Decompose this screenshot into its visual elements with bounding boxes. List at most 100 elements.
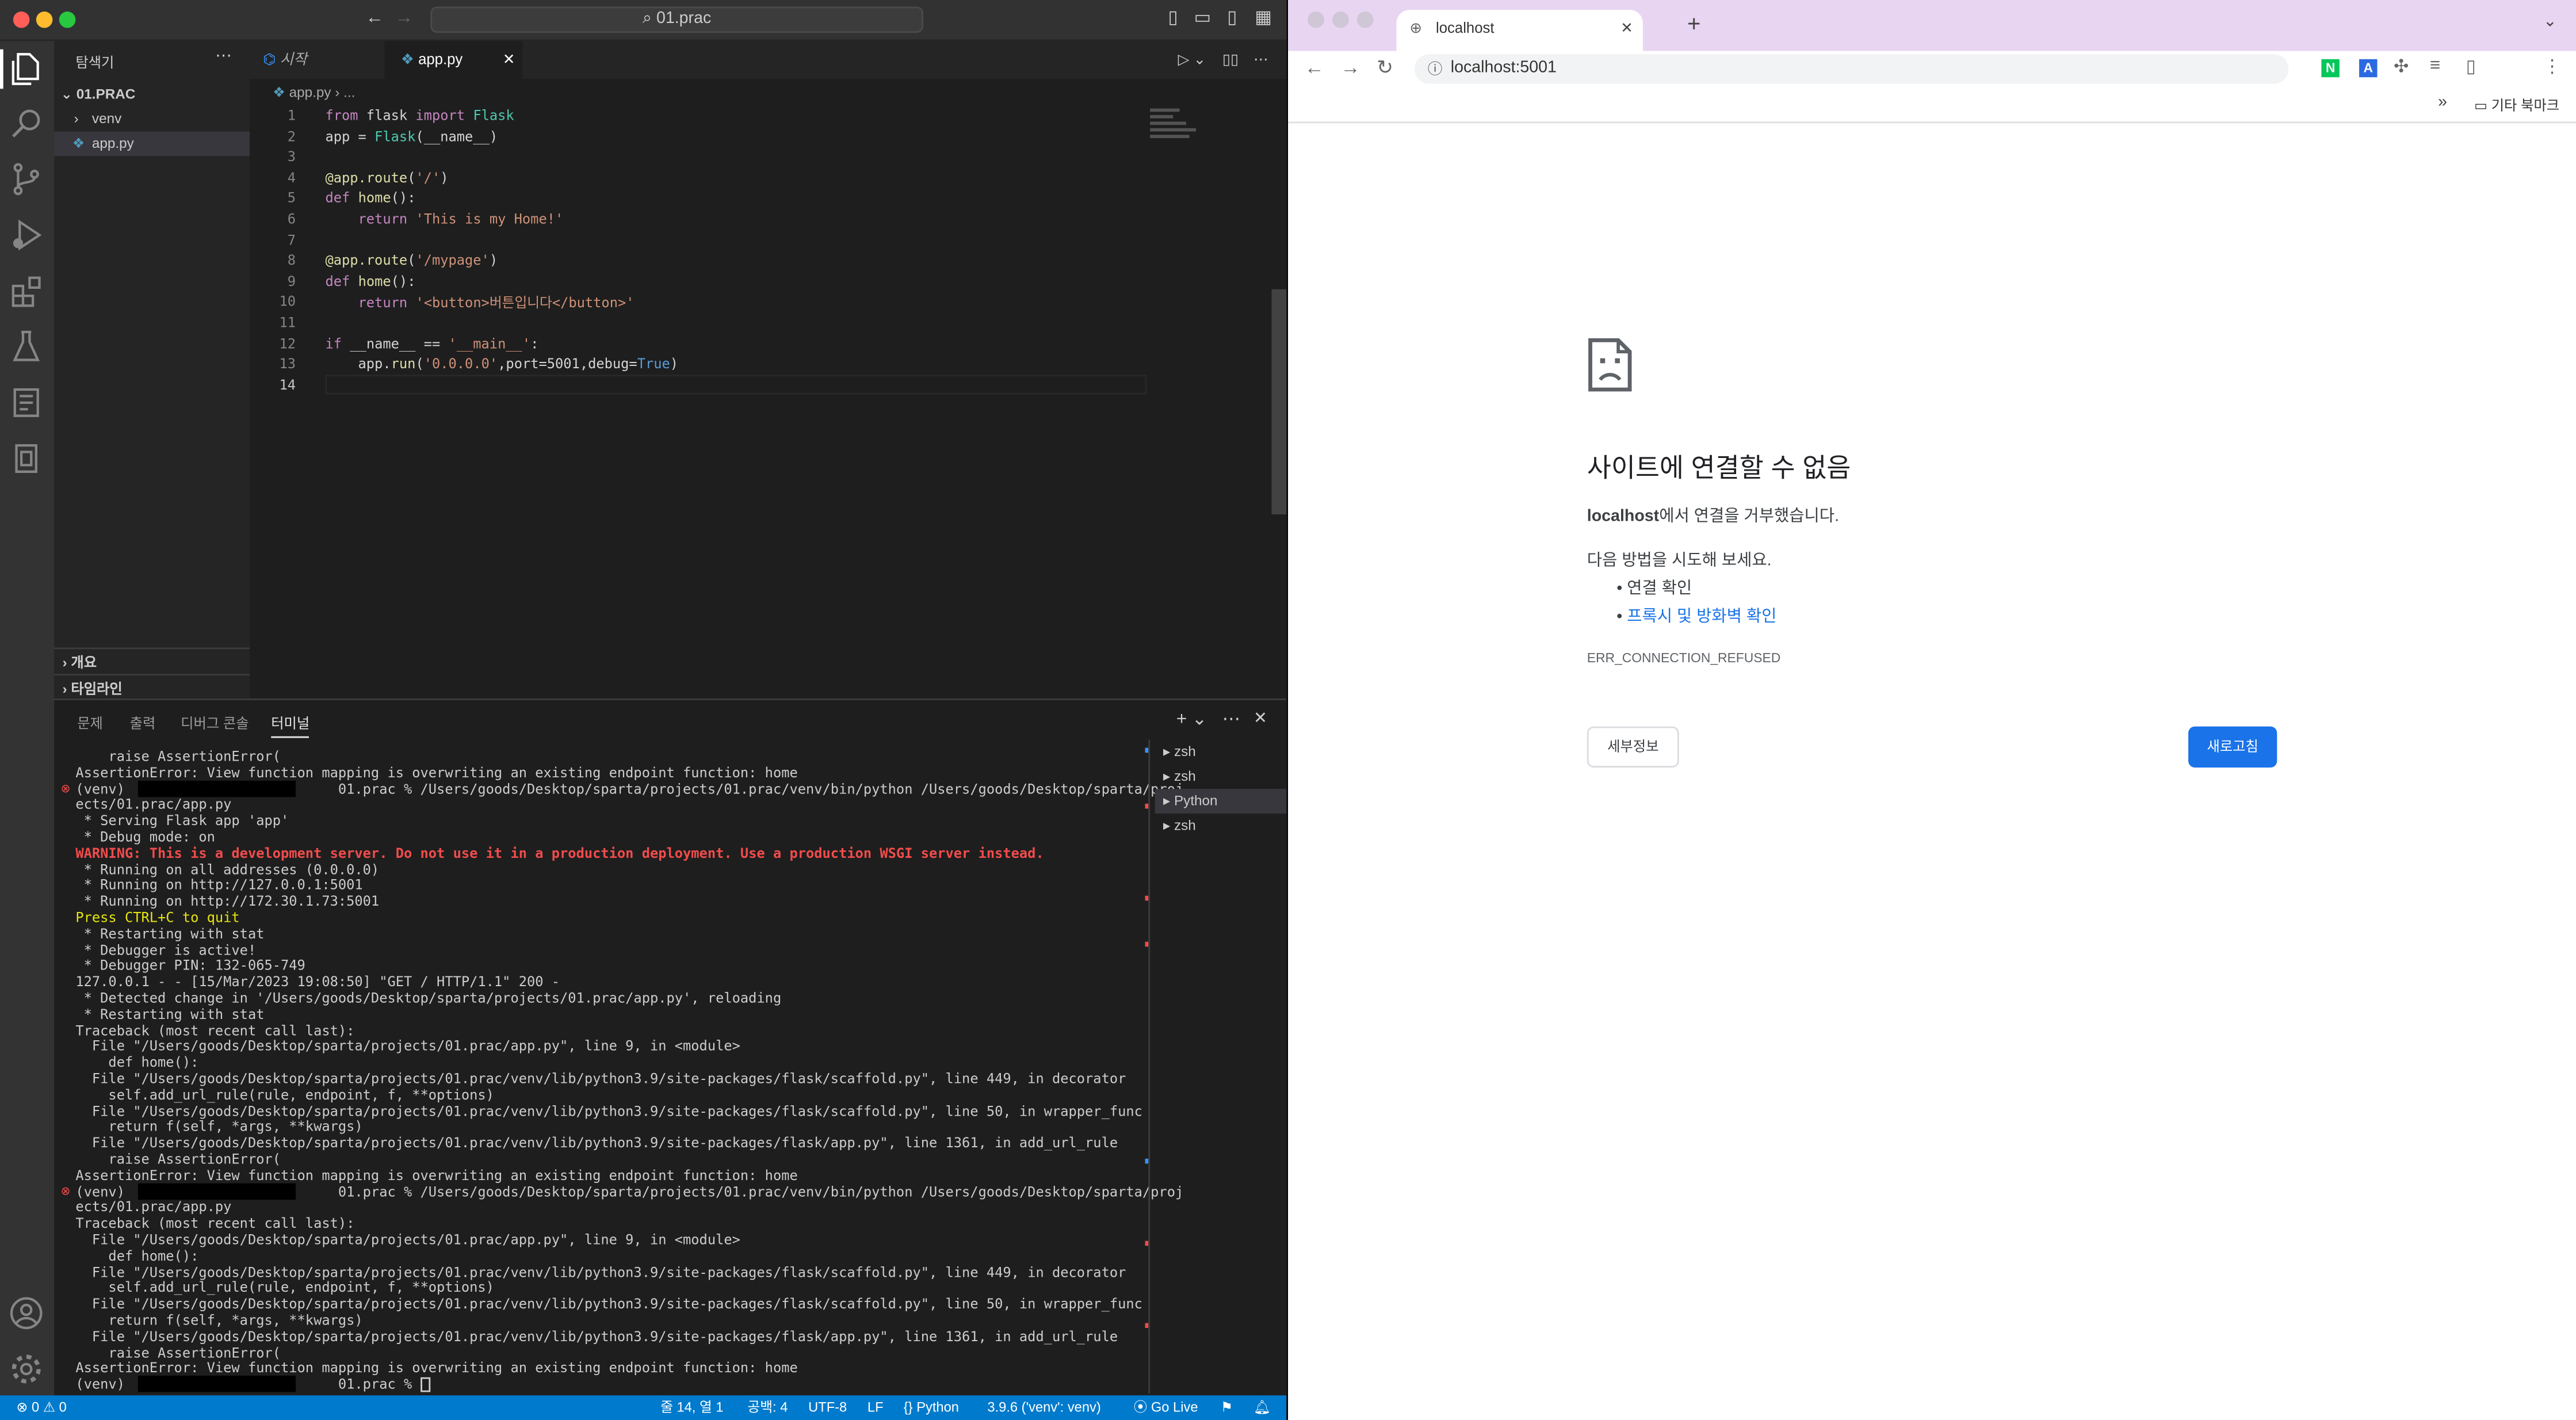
chrome-menu-icon[interactable]: ⋮ — [2543, 56, 2561, 77]
translate-extension-icon[interactable]: A — [2359, 59, 2378, 78]
notifications-bell-icon[interactable]: 🔔︎ — [1253, 1395, 1271, 1420]
breadcrumb-file[interactable]: app.py — [289, 84, 331, 101]
search-icon[interactable] — [6, 104, 46, 143]
terminal-line: return f(self, *args, **kwargs) — [75, 1118, 363, 1135]
tab-problems[interactable]: 문제 — [77, 713, 103, 733]
redacted-username — [137, 1376, 296, 1392]
details-button[interactable]: 세부정보 — [1587, 726, 1679, 768]
terminal-output[interactable]: raise AssertionError( AssertionError: Vie… — [71, 748, 1183, 1392]
close-panel-icon[interactable]: ✕ — [1253, 710, 1267, 728]
language-mode[interactable]: {} Python — [904, 1395, 959, 1420]
encoding-status[interactable]: UTF-8 — [808, 1395, 847, 1420]
timeline-section[interactable]: › 타임라인 — [63, 679, 123, 698]
extensions-puzzle-icon[interactable]: ✣ — [2394, 56, 2409, 77]
toggle-sidebar-icon[interactable]: ▯ — [1163, 8, 1183, 28]
tab-output[interactable]: 출력 — [130, 713, 156, 733]
remote-explorer-icon[interactable] — [6, 383, 46, 423]
forward-arrow-icon[interactable]: → — [1340, 56, 1360, 79]
tab-terminal[interactable]: 터미널 — [271, 713, 310, 738]
side-panel-icon[interactable]: ▯ — [2466, 56, 2476, 77]
site-info-icon[interactable]: ⓘ — [1428, 54, 1443, 83]
reading-list-icon[interactable]: ≡ — [2430, 56, 2440, 75]
tab-welcome[interactable]: ⌬ 시작 — [250, 41, 384, 79]
error-page: 사이트에 연결할 수 없음 localhost에서 연결을 거부했습니다. 다음… — [1587, 337, 2285, 781]
maximize-window-button[interactable] — [59, 11, 76, 28]
terminal-line: raise AssertionError( — [75, 1343, 281, 1361]
back-arrow-icon[interactable]: ← — [365, 8, 384, 28]
code-editor[interactable]: 1 from flask import Flask 2 app = Flask(__n… — [250, 105, 1287, 699]
go-live-button[interactable]: ⦿ Go Live — [1134, 1395, 1198, 1420]
python-interpreter[interactable]: 3.9.6 ('venv': venv) — [987, 1395, 1100, 1420]
error-heading: 사이트에 연결할 수 없음 — [1587, 455, 1851, 483]
timeline-label: 타임라인 — [71, 680, 123, 697]
terminal-line: AssertionError: View function mapping is… — [75, 764, 798, 781]
line-number: 7 — [287, 231, 296, 248]
cursor-position[interactable]: 줄 14, 열 1 — [660, 1395, 724, 1420]
back-arrow-icon[interactable]: ← — [1305, 56, 1324, 79]
close-window-button[interactable] — [1308, 11, 1324, 28]
tab-search-chevron-icon[interactable]: ⌄ — [2543, 13, 2557, 31]
tree-item-venv[interactable]: › venv — [54, 107, 250, 132]
outline-section[interactable]: › 개요 — [63, 652, 97, 672]
new-tab-icon[interactable]: + — [1687, 10, 1700, 36]
address-bar[interactable]: ⓘ localhost:5001 — [1414, 54, 2289, 84]
chevron-right-icon: › — [74, 110, 79, 127]
run-python-icon[interactable]: ▷ ⌄ — [1178, 41, 1206, 79]
explorer-more-icon[interactable]: ⋯ — [215, 48, 232, 66]
settings-gear-icon[interactable] — [6, 1349, 46, 1389]
bookmarks-overflow-icon[interactable]: » — [2438, 94, 2447, 112]
terminal-line: * Running on http://172.30.1.73:5001 — [75, 892, 380, 910]
terminal-list-item[interactable]: ▸ zsh — [1155, 814, 1286, 838]
split-editor-icon[interactable]: ▯▯ — [1222, 41, 1239, 79]
command-center-search[interactable]: ⌕ 01.prac — [430, 6, 924, 33]
project-folder-header[interactable]: ⌄ 01.PRAC — [61, 86, 136, 104]
panel-more-icon[interactable]: ⋯ — [1222, 708, 1240, 730]
testing-flask-icon[interactable] — [6, 327, 46, 367]
tab-label: 시작 — [280, 51, 307, 68]
minimap[interactable] — [1150, 105, 1248, 142]
terminal-line: * Restarting with stat — [75, 925, 265, 942]
terminal-list-item-active[interactable]: ▸ Python — [1155, 789, 1287, 814]
terminal-line: return f(self, *args, **kwargs) — [75, 1311, 363, 1329]
tab-app-py[interactable]: ❖ app.py ✕ — [384, 41, 523, 79]
run-debug-icon[interactable] — [6, 215, 46, 255]
terminal-list-item[interactable]: ▸ zsh — [1155, 764, 1286, 789]
breadcrumb-symbol[interactable]: ... — [343, 84, 355, 101]
minimize-window-button[interactable] — [1332, 11, 1349, 28]
bookmarks-bar: » ▭ 기타 북마크 — [1288, 87, 2576, 124]
tab-debug-console[interactable]: 디버그 콘솔 — [181, 713, 249, 733]
feedback-icon[interactable]: ⚑ — [1221, 1395, 1233, 1420]
minimize-window-button[interactable] — [36, 11, 53, 28]
eol-status[interactable]: LF — [867, 1395, 884, 1420]
tree-item-app-py[interactable]: ❖ app.py — [54, 131, 250, 156]
forward-arrow-icon[interactable]: → — [394, 8, 414, 28]
customize-layout-icon[interactable]: ▦ — [1253, 8, 1273, 28]
try-label: 다음 방법을 시도해 보세요. — [1587, 552, 1772, 571]
explorer-icon[interactable] — [6, 49, 46, 89]
new-terminal-icon[interactable]: + ⌄ — [1176, 708, 1207, 730]
toggle-secondary-sidebar-icon[interactable]: ▯ — [1222, 8, 1242, 28]
terminal-list-item[interactable]: ▸ zsh — [1155, 739, 1286, 764]
extensions-icon[interactable] — [6, 271, 46, 311]
redacted-username — [137, 780, 296, 797]
reload-icon[interactable]: ↻ — [1377, 56, 1393, 79]
breadcrumb: ❖ app.py › ... — [250, 79, 1287, 105]
toggle-panel-icon[interactable]: ▭ — [1193, 8, 1212, 28]
naver-extension-icon[interactable]: N — [2321, 59, 2340, 78]
proxy-firewall-link[interactable]: 프록시 및 방화벽 확인 — [1627, 608, 1776, 626]
notebook-icon[interactable] — [6, 439, 46, 479]
source-control-icon[interactable] — [6, 159, 46, 199]
terminal-line: * Running on all addresses (0.0.0.0) — [75, 860, 380, 877]
reload-button[interactable]: 새로고침 — [2188, 726, 2277, 768]
terminal-line: 127.0.0.1 - - [15/Mar/2023 19:08:50] "GE… — [75, 973, 560, 990]
problems-status[interactable]: ⊗ 0 ⚠ 0 — [17, 1395, 67, 1420]
close-tab-icon[interactable]: ✕ — [1620, 10, 1633, 48]
browser-tab-localhost[interactable]: ⊕ localhost ✕ — [1396, 10, 1643, 51]
account-icon[interactable] — [6, 1293, 46, 1333]
other-bookmarks-folder[interactable]: ▭ 기타 북마크 — [2474, 96, 2559, 115]
close-window-button[interactable] — [13, 11, 30, 28]
indentation-status[interactable]: 공백: 4 — [747, 1395, 788, 1420]
maximize-window-button[interactable] — [1356, 11, 1374, 28]
close-tab-icon[interactable]: ✕ — [503, 41, 515, 79]
editor-more-icon[interactable]: ⋯ — [1253, 41, 1268, 79]
